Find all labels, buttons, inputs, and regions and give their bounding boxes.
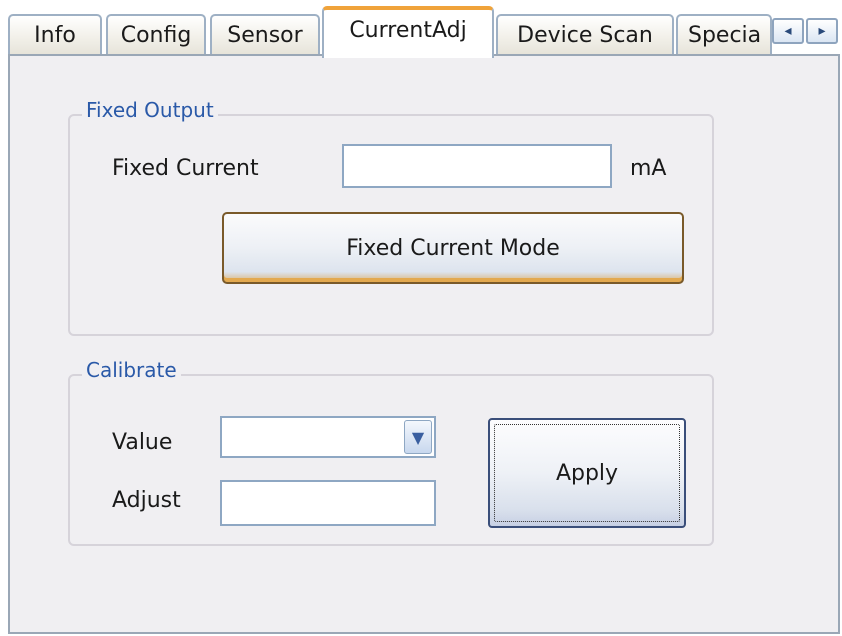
tab-scroll-buttons: ◂ ▸ — [772, 18, 838, 44]
scroll-right-icon[interactable]: ▸ — [806, 18, 838, 44]
tab-label: Specia — [688, 22, 762, 48]
fixed-current-label: Fixed Current — [112, 156, 259, 181]
tab-label: Config — [120, 22, 192, 48]
unit-label: mA — [630, 156, 667, 181]
fixed-current-mode-label: Fixed Current Mode — [346, 235, 560, 261]
chevron-down-icon[interactable]: ▼ — [404, 420, 432, 454]
fixed-current-mode-button[interactable]: Fixed Current Mode — [222, 212, 684, 284]
tab-special[interactable]: Specia — [676, 14, 772, 54]
fixed-current-input[interactable] — [342, 144, 612, 188]
scroll-left-icon[interactable]: ◂ — [772, 18, 804, 44]
tab-page-currentadj: Fixed Output Fixed Current mA Fixed Curr… — [8, 54, 840, 634]
adjust-label: Adjust — [112, 488, 181, 513]
tab-strip: Info Config Sensor CurrentAdj Device Sca… — [0, 0, 842, 58]
tab-config[interactable]: Config — [106, 14, 206, 54]
tab-label: Info — [34, 22, 76, 48]
apply-button[interactable]: Apply — [488, 418, 686, 528]
calibrate-legend: Calibrate — [82, 358, 181, 382]
tab-label: CurrentAdj — [349, 17, 467, 43]
tab-sensor[interactable]: Sensor — [210, 14, 320, 54]
tab-currentadj[interactable]: CurrentAdj — [322, 6, 494, 58]
tab-label: Sensor — [227, 22, 303, 48]
fixed-output-group: Fixed Output Fixed Current mA Fixed Curr… — [68, 98, 714, 336]
value-dropdown[interactable]: ▼ — [220, 416, 436, 458]
focus-rectangle — [494, 424, 680, 522]
value-label: Value — [112, 430, 173, 455]
adjust-input[interactable] — [220, 480, 436, 526]
calibrate-group: Calibrate Value ▼ Adjust Apply — [68, 358, 714, 546]
tab-device-scan[interactable]: Device Scan — [496, 14, 674, 54]
tab-info[interactable]: Info — [8, 14, 102, 54]
fixed-output-legend: Fixed Output — [82, 98, 218, 122]
tab-label: Device Scan — [517, 22, 653, 48]
